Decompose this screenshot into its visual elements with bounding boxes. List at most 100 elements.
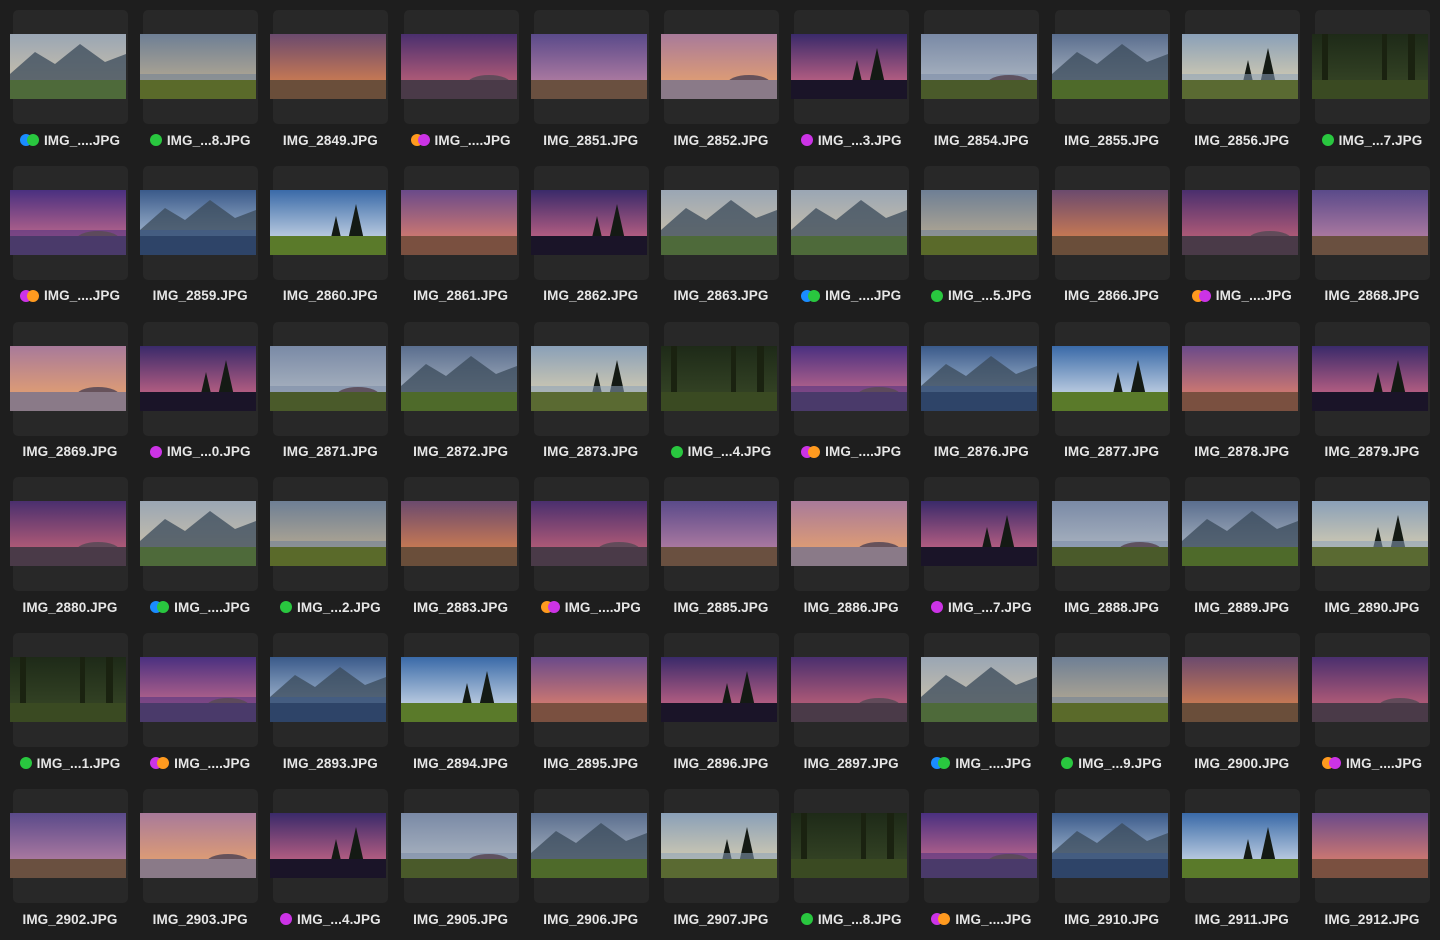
file-item[interactable]: IMG_...5.JPG bbox=[916, 165, 1046, 316]
thumbnail-image[interactable] bbox=[10, 657, 126, 723]
file-item[interactable]: IMG_....JPG bbox=[786, 165, 916, 316]
file-label[interactable]: IMG_2868.JPG bbox=[1307, 287, 1437, 305]
thumbnail-image[interactable] bbox=[1051, 189, 1168, 255]
file-item[interactable]: IMG_2888.JPG bbox=[1047, 477, 1177, 627]
file-item[interactable]: IMG_2889.JPG bbox=[1177, 477, 1307, 627]
file-item[interactable]: IMG_...8.JPG bbox=[135, 10, 265, 160]
thumbnail-image[interactable] bbox=[140, 501, 257, 567]
thumbnail-image[interactable] bbox=[530, 189, 647, 255]
file-item[interactable]: IMG_2860.JPG bbox=[265, 165, 395, 316]
thumbnail-image[interactable] bbox=[1312, 813, 1428, 878]
thumbnail-image[interactable] bbox=[400, 813, 517, 878]
file-label[interactable]: IMG_2854.JPG bbox=[916, 131, 1046, 149]
file-label[interactable]: IMG_...2.JPG bbox=[265, 598, 395, 616]
file-label[interactable]: IMG_2851.JPG bbox=[526, 131, 656, 149]
thumbnail-image[interactable] bbox=[530, 345, 647, 411]
thumbnail-image[interactable] bbox=[1312, 34, 1428, 99]
file-item[interactable]: IMG_2895.JPG bbox=[526, 633, 656, 783]
file-label[interactable]: IMG_...9.JPG bbox=[1047, 754, 1177, 772]
file-label[interactable]: IMG_2852.JPG bbox=[656, 131, 786, 149]
file-label[interactable]: IMG_....JPG bbox=[135, 754, 265, 772]
file-label[interactable]: IMG_2897.JPG bbox=[786, 754, 916, 772]
file-label[interactable]: IMG_....JPG bbox=[916, 910, 1046, 928]
thumbnail-image[interactable] bbox=[140, 189, 257, 255]
file-item[interactable]: IMG_2861.JPG bbox=[396, 165, 526, 316]
file-item[interactable]: IMG_2871.JPG bbox=[265, 321, 395, 472]
file-item[interactable]: IMG_2893.JPG bbox=[265, 633, 395, 783]
file-item[interactable]: IMG_...4.JPG bbox=[656, 321, 786, 472]
file-item[interactable]: IMG_2896.JPG bbox=[656, 633, 786, 783]
file-item[interactable]: IMG_2852.JPG bbox=[656, 10, 786, 160]
thumbnail-image[interactable] bbox=[1312, 657, 1428, 723]
file-label[interactable]: IMG_2880.JPG bbox=[5, 598, 135, 616]
thumbnail-image[interactable] bbox=[530, 501, 647, 567]
file-label[interactable]: IMG_2900.JPG bbox=[1177, 754, 1307, 772]
file-item[interactable]: IMG_2900.JPG bbox=[1177, 633, 1307, 783]
thumbnail-image[interactable] bbox=[921, 189, 1038, 255]
thumbnail-image[interactable] bbox=[1051, 813, 1168, 878]
file-item[interactable]: IMG_....JPG bbox=[5, 10, 135, 160]
thumbnail-image[interactable] bbox=[1051, 345, 1168, 411]
thumbnail-image[interactable] bbox=[921, 345, 1038, 411]
thumbnail-image[interactable] bbox=[1181, 345, 1298, 411]
file-label[interactable]: IMG_2873.JPG bbox=[526, 443, 656, 461]
thumbnail-image[interactable] bbox=[400, 657, 517, 723]
file-item[interactable]: IMG_2911.JPG bbox=[1177, 789, 1307, 939]
file-item[interactable]: IMG_....JPG bbox=[916, 633, 1046, 783]
thumbnail-image[interactable] bbox=[400, 345, 517, 411]
file-item[interactable]: IMG_....JPG bbox=[916, 789, 1046, 939]
file-label[interactable]: IMG_2862.JPG bbox=[526, 287, 656, 305]
file-item[interactable]: IMG_...2.JPG bbox=[265, 477, 395, 627]
file-label[interactable]: IMG_...3.JPG bbox=[786, 131, 916, 149]
thumbnail-image[interactable] bbox=[791, 501, 908, 567]
file-label[interactable]: IMG_...1.JPG bbox=[5, 754, 135, 772]
file-label[interactable]: IMG_2877.JPG bbox=[1047, 443, 1177, 461]
file-label[interactable]: IMG_2866.JPG bbox=[1047, 287, 1177, 305]
thumbnail-image[interactable] bbox=[140, 345, 257, 411]
file-item[interactable]: IMG_2912.JPG bbox=[1307, 789, 1437, 939]
thumbnail-image[interactable] bbox=[140, 813, 257, 878]
file-item[interactable]: IMG_....JPG bbox=[1177, 165, 1307, 316]
file-label[interactable]: IMG_...7.JPG bbox=[916, 598, 1046, 616]
thumbnail-image[interactable] bbox=[661, 657, 777, 723]
thumbnail-image[interactable] bbox=[10, 345, 126, 411]
thumbnail-image[interactable] bbox=[400, 34, 517, 99]
thumbnail-image[interactable] bbox=[1181, 657, 1298, 723]
thumbnail-image[interactable] bbox=[530, 34, 647, 99]
file-label[interactable]: IMG_...8.JPG bbox=[786, 910, 916, 928]
file-label[interactable]: IMG_...4.JPG bbox=[656, 443, 786, 461]
thumbnail-image[interactable] bbox=[921, 813, 1038, 878]
thumbnail-image[interactable] bbox=[1051, 501, 1168, 567]
file-label[interactable]: IMG_...8.JPG bbox=[135, 131, 265, 149]
file-label[interactable]: IMG_2903.JPG bbox=[135, 910, 265, 928]
file-item[interactable]: IMG_2856.JPG bbox=[1177, 10, 1307, 160]
file-label[interactable]: IMG_2878.JPG bbox=[1177, 443, 1307, 461]
thumbnail-image[interactable] bbox=[791, 189, 908, 255]
file-item[interactable]: IMG_2849.JPG bbox=[265, 10, 395, 160]
file-item[interactable]: IMG_....JPG bbox=[526, 477, 656, 627]
file-item[interactable]: IMG_2885.JPG bbox=[656, 477, 786, 627]
file-label[interactable]: IMG_....JPG bbox=[135, 598, 265, 616]
file-item[interactable]: IMG_...3.JPG bbox=[786, 10, 916, 160]
thumbnail-image[interactable] bbox=[921, 657, 1038, 723]
thumbnail-image[interactable] bbox=[10, 813, 126, 878]
file-label[interactable]: IMG_2849.JPG bbox=[265, 131, 395, 149]
thumbnail-image[interactable] bbox=[1181, 189, 1298, 255]
thumbnail-image[interactable] bbox=[791, 813, 908, 878]
file-label[interactable]: IMG_2886.JPG bbox=[786, 598, 916, 616]
file-label[interactable]: IMG_....JPG bbox=[526, 598, 656, 616]
thumbnail-image[interactable] bbox=[791, 345, 908, 411]
thumbnail-image[interactable] bbox=[921, 501, 1038, 567]
file-label[interactable]: IMG_....JPG bbox=[786, 287, 916, 305]
file-item[interactable]: IMG_...4.JPG bbox=[265, 789, 395, 939]
file-item[interactable]: IMG_2855.JPG bbox=[1047, 10, 1177, 160]
file-item[interactable]: IMG_2910.JPG bbox=[1047, 789, 1177, 939]
thumbnail-image[interactable] bbox=[1312, 345, 1428, 411]
thumbnail-image[interactable] bbox=[530, 657, 647, 723]
file-label[interactable]: IMG_2911.JPG bbox=[1177, 910, 1307, 928]
file-item[interactable]: IMG_2869.JPG bbox=[5, 321, 135, 472]
file-label[interactable]: IMG_2876.JPG bbox=[916, 443, 1046, 461]
file-label[interactable]: IMG_....JPG bbox=[786, 443, 916, 461]
thumbnail-image[interactable] bbox=[400, 189, 517, 255]
file-item[interactable]: IMG_....JPG bbox=[1307, 633, 1437, 783]
